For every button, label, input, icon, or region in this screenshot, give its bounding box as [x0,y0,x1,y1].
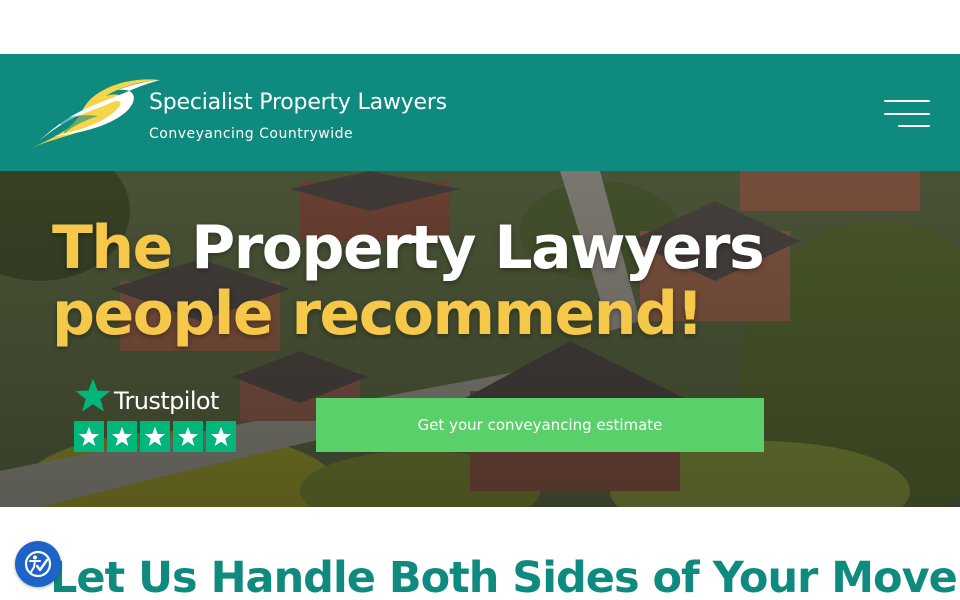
rating-star-icon [173,421,203,452]
get-estimate-button[interactable]: Get your conveyancing estimate [316,398,764,452]
accessibility-icon [24,550,52,578]
trustpilot-rating [74,421,236,452]
hero-title-line2: people recommend! [52,279,704,349]
page: Specialist Property Lawyers Conveyancing… [0,0,960,600]
rating-star-icon [140,421,170,452]
site-logo-link[interactable]: Specialist Property Lawyers Conveyancing… [28,76,468,154]
section-heading: Let Us Handle Both Sides of Your Move [50,553,958,600]
hero-title: The Property Lawyers people recommend! [52,213,765,349]
trustpilot-badge[interactable]: Trustpilot [74,377,242,453]
brand-name: Specialist Property Lawyers [149,90,447,115]
site-header: Specialist Property Lawyers Conveyancing… [0,54,960,171]
accessibility-button[interactable] [15,541,61,587]
hero-title-part2: Property Lawyers [191,213,764,283]
rating-star-icon [107,421,137,452]
rating-star-icon [206,421,236,452]
hamburger-menu-icon[interactable] [884,100,930,130]
hero-title-part1: The [52,213,173,283]
trustpilot-star-icon [75,378,111,412]
hero-banner: The Property Lawyers people recommend! T… [0,171,960,507]
trustpilot-wordmark: Trustpilot [114,387,219,415]
swoosh-logo-icon [32,79,160,148]
brand-tagline: Conveyancing Countrywide [149,126,354,142]
rating-star-icon [74,421,104,452]
